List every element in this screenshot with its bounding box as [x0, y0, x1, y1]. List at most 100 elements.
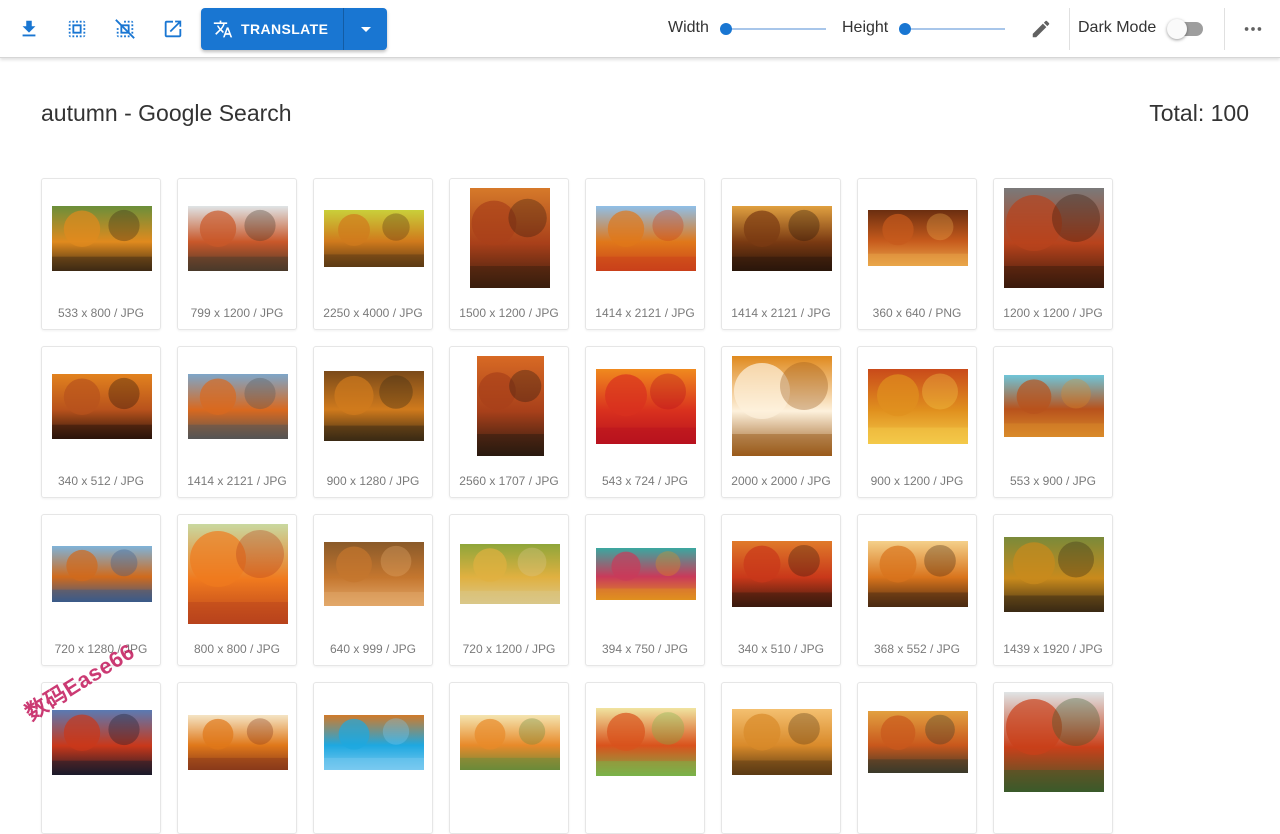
image-card[interactable]: 900 x 1200 / JPG — [857, 346, 977, 498]
image-card[interactable]: 720 x 1200 / JPG — [449, 514, 569, 666]
dark-mode-toggle[interactable] — [1167, 19, 1205, 39]
image-thumbnail[interactable] — [324, 714, 424, 770]
translate-dropdown-button[interactable] — [343, 8, 387, 50]
height-label: Height — [842, 19, 889, 36]
image-thumbnail-area — [1004, 356, 1104, 456]
image-thumbnail[interactable] — [470, 188, 550, 288]
image-grid: 533 x 800 / JPG 799 x 1200 / JPG 2250 x 40… — [41, 178, 1121, 834]
image-card[interactable] — [449, 682, 569, 834]
image-card[interactable]: 394 x 750 / JPG — [585, 514, 705, 666]
image-card[interactable]: 1414 x 2121 / JPG — [177, 346, 297, 498]
image-card[interactable]: 1414 x 2121 / JPG — [721, 178, 841, 330]
image-card[interactable]: 799 x 1200 / JPG — [177, 178, 297, 330]
image-card[interactable] — [177, 682, 297, 834]
image-card[interactable]: 900 x 1280 / JPG — [313, 346, 433, 498]
image-thumbnail[interactable] — [868, 210, 968, 266]
image-caption: 553 x 900 / JPG — [1009, 474, 1097, 488]
image-thumbnail-area — [324, 188, 424, 288]
image-card[interactable]: 720 x 1280 / JPG — [41, 514, 161, 666]
image-card[interactable]: 340 x 510 / JPG — [721, 514, 841, 666]
image-thumbnail[interactable] — [324, 371, 424, 441]
translate-button[interactable]: TRANSLATE — [201, 8, 343, 50]
height-slider-thumb[interactable] — [899, 23, 911, 35]
image-thumbnail[interactable] — [52, 205, 152, 271]
image-thumbnail[interactable] — [732, 356, 832, 456]
image-thumbnail[interactable] — [188, 205, 288, 271]
image-card[interactable]: 2000 x 2000 / JPG — [721, 346, 841, 498]
image-thumbnail-area — [732, 692, 832, 792]
image-thumbnail[interactable] — [868, 711, 968, 773]
image-thumbnail-area — [324, 356, 424, 456]
image-thumbnail-area — [52, 356, 152, 456]
image-card[interactable]: 640 x 999 / JPG — [313, 514, 433, 666]
export-icon[interactable] — [161, 17, 185, 41]
image-thumbnail[interactable] — [868, 541, 968, 607]
image-thumbnail[interactable] — [188, 524, 288, 624]
image-card[interactable] — [993, 682, 1113, 834]
image-thumbnail[interactable] — [52, 546, 152, 602]
width-slider-thumb[interactable] — [720, 23, 732, 35]
image-card[interactable]: 1200 x 1200 / JPG — [993, 178, 1113, 330]
image-card[interactable]: 1500 x 1200 / JPG — [449, 178, 569, 330]
image-thumbnail[interactable] — [188, 714, 288, 770]
image-card[interactable]: 2250 x 4000 / JPG — [313, 178, 433, 330]
image-thumbnail[interactable] — [1004, 536, 1104, 612]
image-thumbnail[interactable] — [596, 548, 696, 600]
image-thumbnail[interactable] — [596, 205, 696, 271]
image-thumbnail[interactable] — [324, 209, 424, 267]
image-thumbnail-area — [868, 692, 968, 792]
image-card[interactable]: 1414 x 2121 / JPG — [585, 178, 705, 330]
image-thumbnail[interactable] — [1004, 692, 1104, 792]
image-thumbnail[interactable] — [324, 542, 424, 606]
translate-label: TRANSLATE — [241, 21, 329, 37]
image-thumbnail[interactable] — [1004, 188, 1104, 288]
image-card[interactable]: 1439 x 1920 / JPG — [993, 514, 1113, 666]
image-caption: 1414 x 2121 / JPG — [731, 306, 831, 320]
image-thumbnail[interactable] — [732, 205, 832, 271]
image-caption: 394 x 750 / JPG — [601, 642, 689, 656]
image-thumbnail[interactable] — [868, 368, 968, 444]
image-caption: 1439 x 1920 / JPG — [1003, 642, 1103, 656]
image-card[interactable]: 800 x 800 / JPG — [177, 514, 297, 666]
edit-icon[interactable] — [1029, 17, 1053, 41]
dark-mode-label: Dark Mode — [1078, 19, 1157, 36]
image-card[interactable] — [585, 682, 705, 834]
image-caption: 360 x 640 / PNG — [872, 306, 962, 320]
image-thumbnail-area — [868, 188, 968, 288]
image-card[interactable] — [313, 682, 433, 834]
image-thumbnail-area — [596, 692, 696, 792]
image-thumbnail[interactable] — [52, 709, 152, 775]
image-card[interactable] — [857, 682, 977, 834]
height-slider[interactable] — [899, 22, 1005, 36]
image-card[interactable]: 340 x 512 / JPG — [41, 346, 161, 498]
image-thumbnail[interactable] — [1004, 375, 1104, 437]
download-icon[interactable] — [17, 17, 41, 41]
caret-down-icon — [360, 26, 371, 32]
image-thumbnail[interactable] — [476, 356, 544, 456]
deselect-icon[interactable] — [113, 17, 137, 41]
select-all-icon[interactable] — [65, 17, 89, 41]
image-thumbnail[interactable] — [188, 373, 288, 439]
width-slider[interactable] — [720, 22, 826, 36]
image-card[interactable] — [721, 682, 841, 834]
image-thumbnail-area — [324, 692, 424, 792]
image-card[interactable]: 553 x 900 / JPG — [993, 346, 1113, 498]
image-card[interactable]: 360 x 640 / PNG — [857, 178, 977, 330]
image-thumbnail[interactable] — [732, 709, 832, 775]
image-card[interactable]: 2560 x 1707 / JPG — [449, 346, 569, 498]
image-card[interactable]: 368 x 552 / JPG — [857, 514, 977, 666]
more-options-icon[interactable] — [1241, 17, 1265, 41]
image-thumbnail-area — [460, 188, 560, 288]
image-thumbnail-area — [596, 188, 696, 288]
image-thumbnail[interactable] — [596, 708, 696, 776]
image-thumbnail[interactable] — [52, 373, 152, 439]
image-caption: 800 x 800 / JPG — [193, 642, 281, 656]
image-caption: 720 x 1200 / JPG — [462, 642, 556, 656]
image-thumbnail[interactable] — [460, 714, 560, 770]
image-thumbnail[interactable] — [596, 368, 696, 444]
image-card[interactable]: 533 x 800 / JPG — [41, 178, 161, 330]
image-thumbnail[interactable] — [460, 544, 560, 604]
image-thumbnail-area — [732, 356, 832, 456]
image-card[interactable]: 543 x 724 / JPG — [585, 346, 705, 498]
image-thumbnail[interactable] — [732, 541, 832, 607]
